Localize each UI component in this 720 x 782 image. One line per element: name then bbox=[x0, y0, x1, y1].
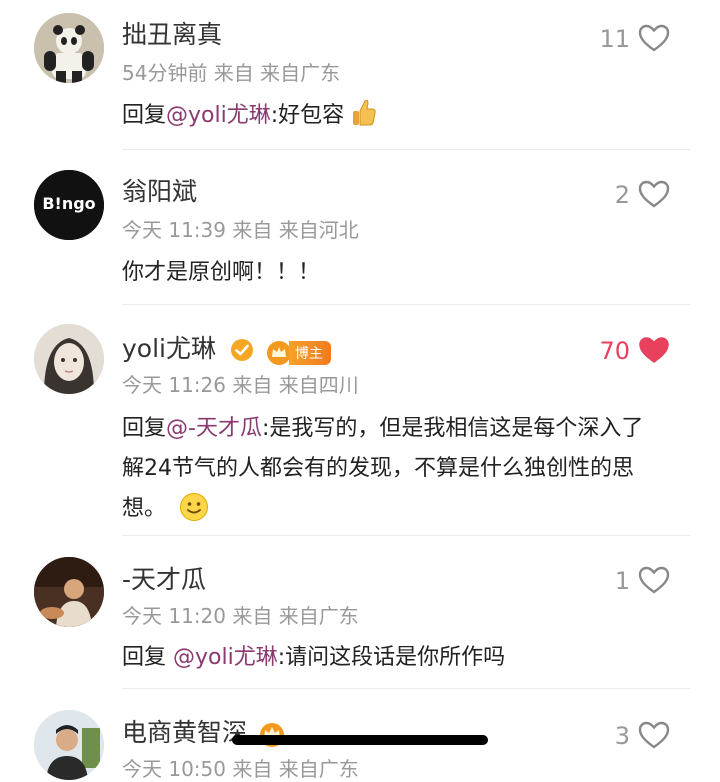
avatar-logo-text: B!ngo bbox=[42, 194, 96, 213]
liked-heart-icon[interactable] bbox=[638, 335, 670, 365]
comment-text: 回复@yoli尤琳:好包容 bbox=[122, 96, 697, 136]
reply-text: :请问这段话是你所作吗 bbox=[277, 645, 506, 670]
divider bbox=[122, 535, 690, 536]
comment-author[interactable]: 翁阳斌 bbox=[122, 172, 197, 208]
verified-badge-icon bbox=[230, 339, 253, 361]
reply-prefix: 回复 bbox=[122, 103, 167, 128]
like-heart-icon[interactable] bbox=[638, 23, 670, 53]
reply-text: 想。 bbox=[122, 496, 167, 521]
mention-link[interactable]: @-天才瓜 bbox=[166, 416, 262, 441]
photo-avatar-icon bbox=[34, 557, 104, 627]
comment-text: 回复 @yoli尤琳:请问这段话是你所作吗 bbox=[122, 638, 697, 678]
like-count: 3 bbox=[614, 722, 630, 750]
avatar[interactable]: B!ngo bbox=[34, 170, 104, 240]
author-name: yoli尤琳 bbox=[122, 334, 216, 363]
avatar[interactable] bbox=[34, 557, 104, 627]
like-count: 11 bbox=[599, 25, 630, 53]
divider bbox=[122, 688, 690, 689]
avatar[interactable] bbox=[34, 710, 104, 780]
mention-link[interactable]: @yoli尤琳 bbox=[173, 645, 278, 670]
man-avatar-icon bbox=[34, 710, 104, 780]
mention-link[interactable]: @yoli尤琳 bbox=[166, 103, 271, 128]
blogger-badge-label: 博主 bbox=[288, 341, 331, 365]
comment-author[interactable]: -天才瓜 bbox=[122, 560, 206, 596]
thumbs-up-icon bbox=[353, 99, 376, 126]
like-count: 1 bbox=[614, 567, 630, 595]
comment-meta: 54分钟前 来自 来自广东 bbox=[122, 61, 341, 85]
comment-text: 回复@-天才瓜:是我写的，但是我相信这是每个深入了 解24节气的人都会有的发现，… bbox=[122, 409, 697, 529]
comment-author[interactable]: 拙丑离真 bbox=[122, 15, 222, 51]
home-indicator[interactable] bbox=[232, 735, 488, 745]
portrait-avatar-icon bbox=[34, 324, 104, 394]
avatar[interactable] bbox=[34, 324, 104, 394]
comment-meta: 今天 11:39 来自 来自河北 bbox=[122, 218, 359, 242]
reply-prefix: 回复 bbox=[122, 645, 173, 670]
smile-emoji-icon bbox=[180, 493, 209, 521]
like-heart-icon[interactable] bbox=[638, 720, 670, 750]
comment-meta: 今天 11:20 来自 来自广东 bbox=[122, 604, 359, 628]
comment-meta: 今天 10:50 来自 来自广东 bbox=[122, 757, 359, 781]
panda-avatar-icon bbox=[34, 13, 104, 83]
reply-prefix: 回复 bbox=[122, 416, 167, 441]
like-count: 70 bbox=[599, 337, 630, 365]
like-heart-icon[interactable] bbox=[638, 179, 670, 209]
comment-line: 想。 bbox=[122, 489, 697, 529]
like-heart-icon[interactable] bbox=[638, 565, 670, 595]
comment-line: 回复@-天才瓜:是我写的，但是我相信这是每个深入了 bbox=[122, 409, 697, 449]
reply-text: :是我写的，但是我相信这是每个深入了 bbox=[261, 416, 644, 441]
reply-text: :好包容 bbox=[270, 103, 345, 128]
author-name: 电商黄智深 bbox=[122, 718, 248, 747]
like-count: 2 bbox=[614, 181, 630, 209]
blogger-badge: 博主 bbox=[266, 337, 331, 365]
comment-meta: 今天 11:26 来自 来自四川 bbox=[122, 373, 359, 397]
comment-text: 你才是原创啊！！！ bbox=[122, 260, 321, 285]
divider bbox=[122, 149, 690, 150]
comment-author[interactable]: yoli尤琳 博主 bbox=[122, 329, 331, 365]
avatar[interactable] bbox=[34, 13, 104, 83]
crown-icon bbox=[266, 341, 291, 365]
comment-line: 解24节气的人都会有的发现，不算是什么独创性的思 bbox=[122, 456, 634, 481]
divider bbox=[122, 304, 690, 305]
